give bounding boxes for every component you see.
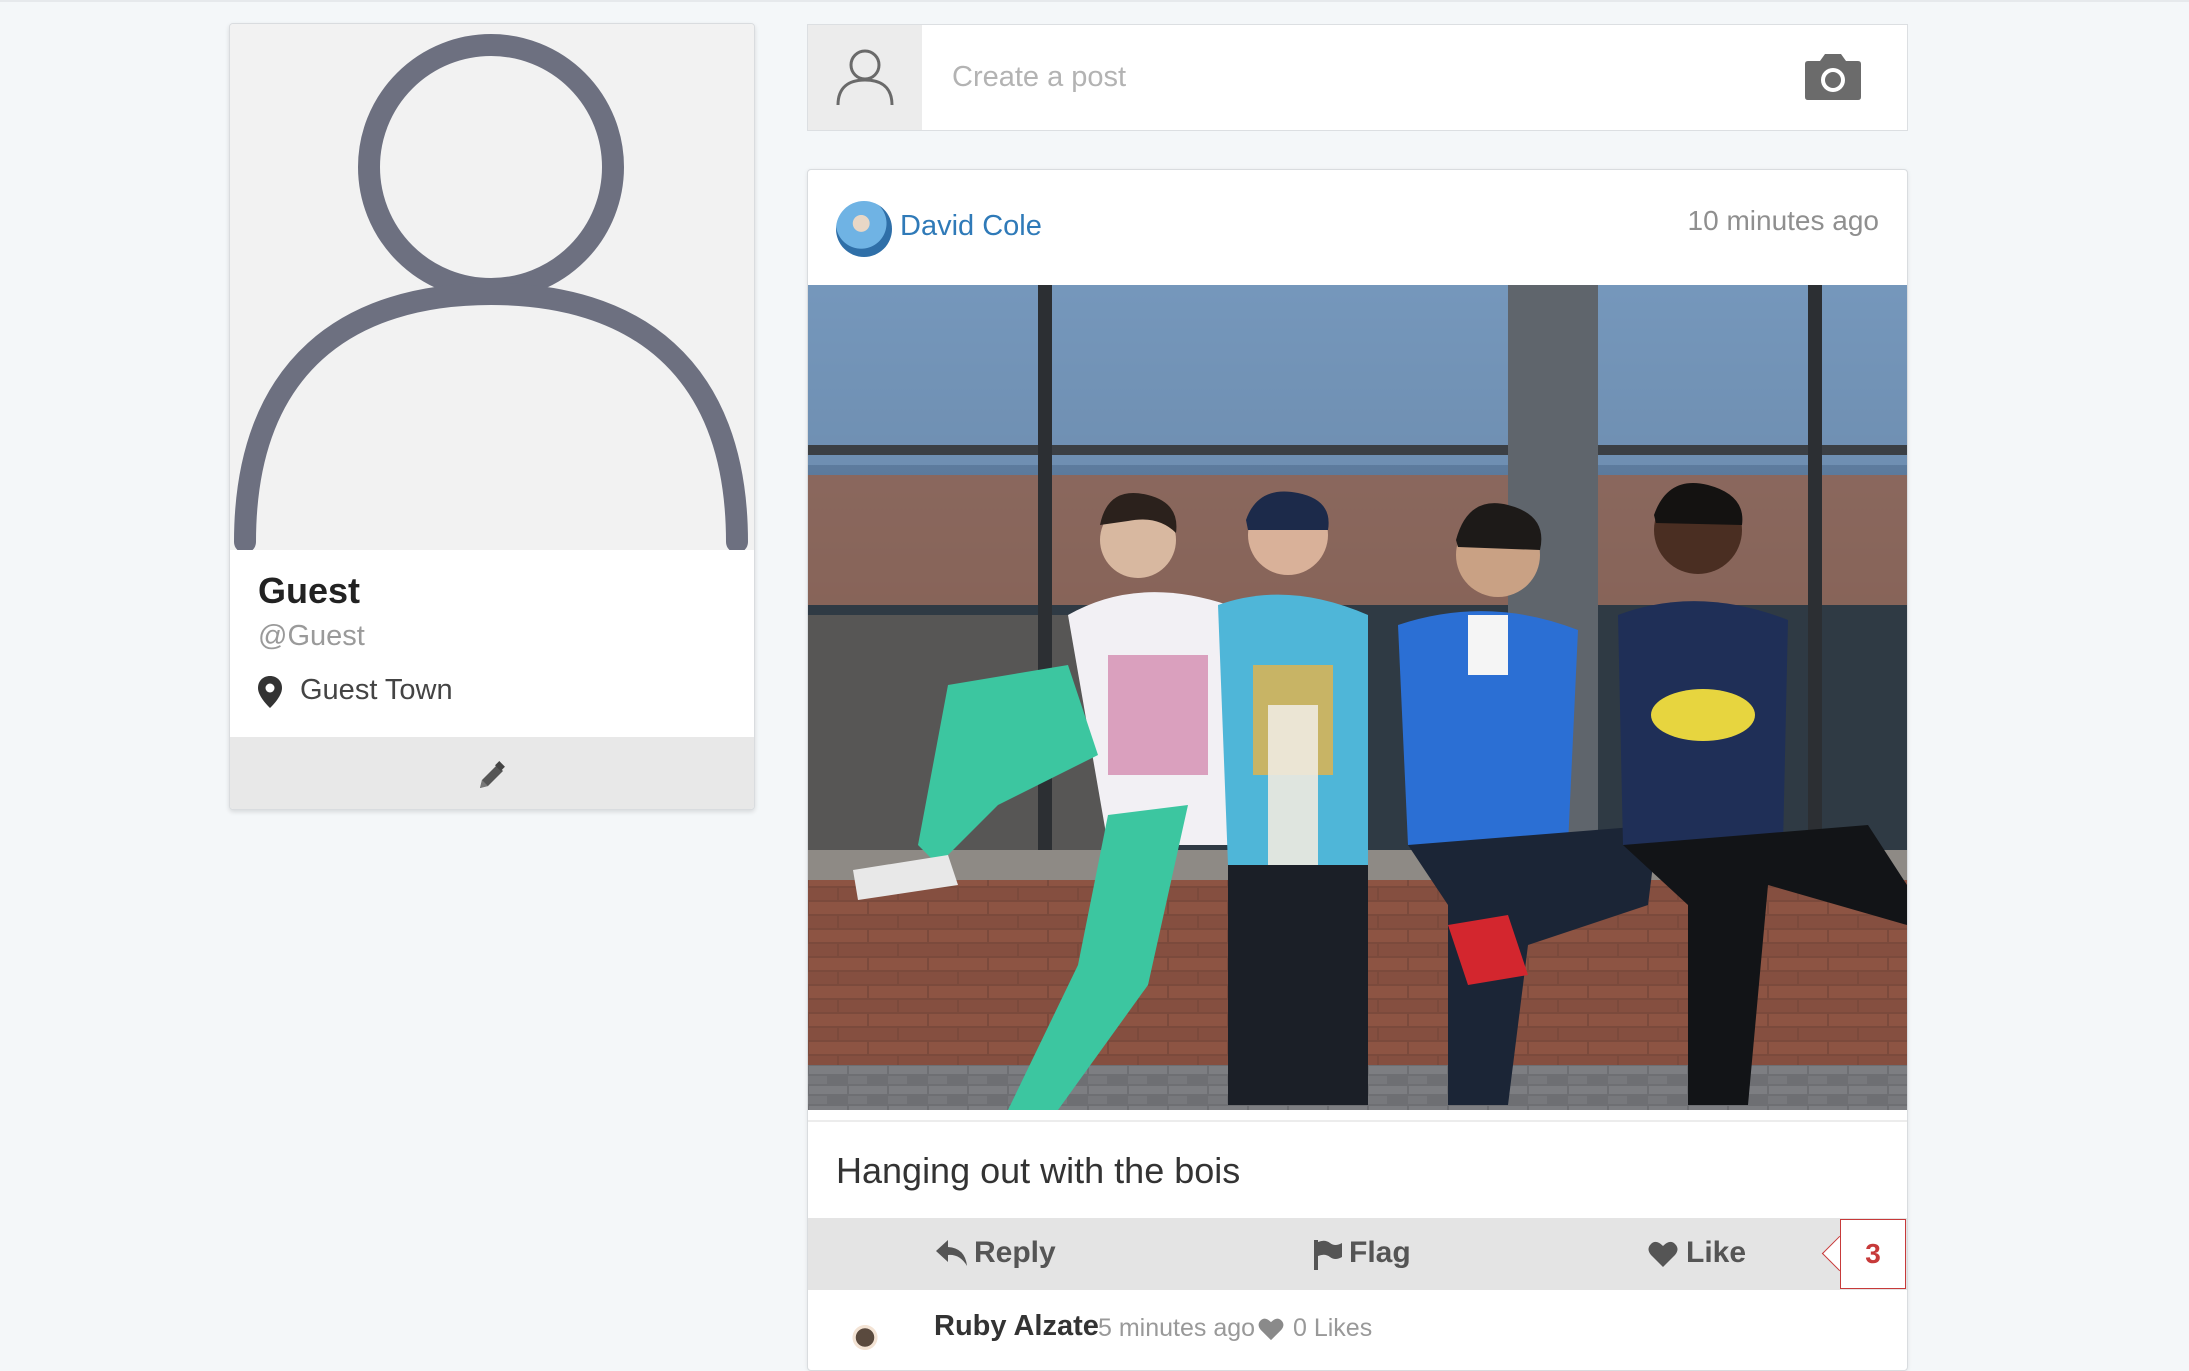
reply-button[interactable]: Reply (936, 1218, 1066, 1290)
camera-icon[interactable] (1804, 51, 1862, 101)
create-post-bar (807, 24, 1908, 131)
post-caption: Hanging out with the bois (836, 1150, 1241, 1191)
flag-button[interactable]: Flag (1313, 1218, 1423, 1290)
like-button[interactable]: Like (1648, 1218, 1758, 1290)
post-card: David Cole 10 minutes ago Hanging out wi… (807, 169, 1908, 1371)
composer-avatar (808, 25, 922, 130)
post-timestamp: 10 minutes ago (1687, 205, 1879, 236)
post-photo-illustration (808, 285, 1907, 1110)
post-photo[interactable] (808, 285, 1907, 1110)
profile-handle: @Guest (258, 620, 365, 652)
like-count-badge: 3 (1840, 1219, 1906, 1289)
create-post-input[interactable] (922, 25, 1822, 130)
edit-profile-button[interactable] (230, 737, 754, 809)
profile-name: Guest (258, 570, 361, 611)
post-author-link[interactable]: David Cole (900, 210, 1042, 243)
comment-item: Ruby Alzate 5 minutes ago 0 Likes (808, 1290, 1907, 1370)
heart-icon (1648, 1241, 1678, 1267)
like-label: Like (1686, 1236, 1747, 1269)
author-avatar[interactable] (836, 201, 892, 257)
photo-divider (808, 1120, 1907, 1122)
user-outline-icon (836, 49, 894, 106)
top-border (0, 0, 2189, 2)
user-silhouette-icon (234, 34, 748, 550)
reply-icon (936, 1240, 967, 1266)
comment-heart-icon[interactable] (1258, 1317, 1284, 1341)
profile-avatar (230, 24, 754, 550)
comment-author[interactable]: Ruby Alzate (934, 1310, 1099, 1343)
comment-time: 5 minutes ago (1098, 1314, 1256, 1342)
flag-icon (1314, 1240, 1342, 1270)
comment-avatar[interactable] (840, 1320, 890, 1370)
profile-location-text: Guest Town (300, 674, 453, 706)
post-actions-bar: Reply Flag Like (808, 1218, 1907, 1290)
location-pin-icon (258, 676, 282, 708)
profile-card: Guest @Guest Guest Town (229, 23, 755, 810)
comment-likes: 0 Likes (1293, 1314, 1373, 1342)
pencil-icon (480, 761, 505, 788)
reply-label: Reply (974, 1236, 1056, 1269)
flag-label: Flag (1349, 1236, 1411, 1269)
